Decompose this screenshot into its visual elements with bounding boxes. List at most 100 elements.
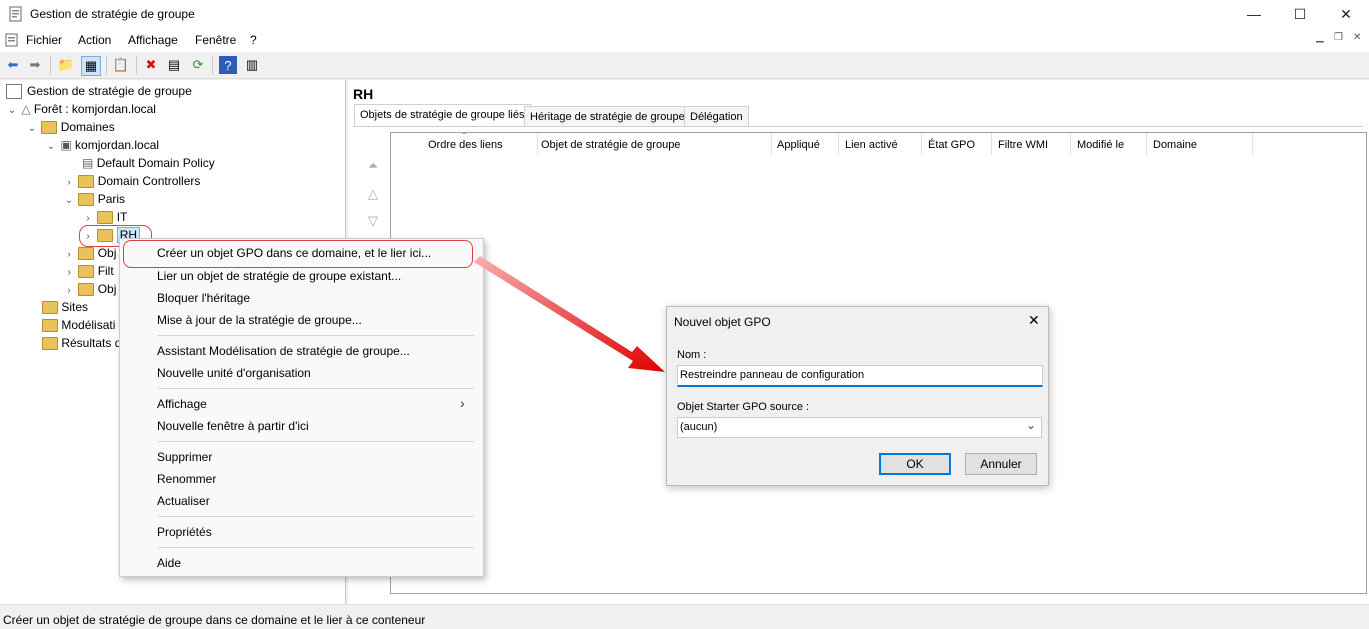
name-input-value: Restreindre panneau de configuration [680, 369, 865, 381]
up-folder-icon[interactable]: 📁 [57, 56, 75, 74]
column-separator[interactable] [921, 133, 922, 155]
move-down-icon[interactable]: ▽ [368, 213, 378, 229]
menu-affichage[interactable]: Affichage [128, 33, 178, 47]
tree-paris-label: Paris [97, 192, 126, 206]
column-separator[interactable] [1070, 133, 1071, 155]
tree-sites[interactable]: Sites [42, 298, 88, 316]
tree-forest[interactable]: ⌄ △ Forêt : komjordan.local [6, 100, 156, 118]
col-header-wmi-filter[interactable]: Filtre WMI [998, 139, 1048, 151]
ou-folder-icon [97, 211, 114, 225]
tree-results[interactable]: Résultats d [42, 334, 121, 352]
menu-fichier[interactable]: Fichier [26, 33, 62, 47]
menu-separator [158, 516, 474, 517]
maximize-button[interactable]: ☐ [1277, 0, 1323, 28]
col-header-link-enabled[interactable]: Lien activé [845, 139, 898, 151]
chevron-down-icon[interactable]: ⌄ [45, 138, 57, 156]
forward-arrow-icon[interactable]: ➡ [26, 56, 44, 74]
tree-wmi-filters[interactable]: › Filt [63, 262, 114, 280]
col-header-modified[interactable]: Modifié le [1077, 139, 1124, 151]
ok-button[interactable]: OK [879, 453, 951, 475]
gpmc-app-icon [9, 6, 22, 22]
menu-item-new-window[interactable]: Nouvelle fenêtre à partir d'ici [157, 419, 309, 433]
tab-delegation[interactable]: Délégation [684, 106, 749, 127]
tree-paris[interactable]: ⌄ Paris [63, 190, 125, 208]
col-header-enforced[interactable]: Appliqué [777, 139, 820, 151]
chevron-down-icon[interactable]: ⌄ [63, 192, 75, 210]
chevron-down-icon[interactable]: ⌄ [26, 120, 38, 138]
tree-modeling[interactable]: Modélisati [42, 316, 115, 334]
close-button[interactable]: ✕ [1323, 0, 1369, 28]
menu-item-delete[interactable]: Supprimer [157, 450, 212, 464]
mdi-restore-icon[interactable]: ❐ [1334, 32, 1343, 43]
starter-select[interactable]: (aucun) ⌄ [677, 417, 1042, 438]
system-menu-icon[interactable] [4, 32, 20, 48]
tree-default-domain-policy[interactable]: ▤ Default Domain Policy [82, 154, 215, 172]
cancel-button[interactable]: Annuler [965, 453, 1037, 475]
tree-domain-controllers[interactable]: › Domain Controllers [63, 172, 200, 190]
tab-inheritance[interactable]: Héritage de stratégie de groupe [524, 106, 691, 127]
refresh-icon[interactable]: ⟳ [189, 56, 207, 74]
menu-fenetre[interactable]: Fenêtre [195, 33, 236, 47]
dialog-title: Nouvel objet GPO [674, 315, 771, 329]
starter-label: Objet Starter GPO source : [677, 401, 810, 413]
tree-obj1-label: Obj [97, 246, 117, 260]
menu-item-gp-update[interactable]: Mise à jour de la stratégie de groupe... [157, 313, 362, 327]
col-header-gpo-status[interactable]: État GPO [928, 139, 975, 151]
menu-item-new-ou[interactable]: Nouvelle unité d'organisation [157, 366, 311, 380]
menu-separator [158, 335, 474, 336]
move-top-icon[interactable]: ⏶ [368, 158, 378, 174]
menu-item-link-existing-gpo[interactable]: Lier un objet de stratégie de groupe exi… [157, 269, 401, 283]
menu-item-rename[interactable]: Renommer [157, 472, 216, 486]
minimize-button[interactable]: — [1231, 0, 1277, 28]
back-arrow-icon[interactable]: ⬅ [4, 56, 22, 74]
tree-domains[interactable]: ⌄ Domaines [26, 118, 115, 136]
tree-forest-label: Forêt : komjordan.local [33, 102, 156, 116]
tree-root[interactable]: Gestion de stratégie de groupe [6, 82, 192, 100]
tree-it-label: IT [116, 210, 128, 224]
domain-icon: ▣ [60, 138, 72, 152]
tree-sites-label: Sites [61, 300, 89, 314]
menu-item-modeling-wizard[interactable]: Assistant Modélisation de stratégie de g… [157, 344, 410, 358]
move-up-icon[interactable]: △ [368, 186, 378, 202]
copy-icon[interactable]: 📋 [112, 56, 130, 74]
menu-item-help[interactable]: Aide [157, 556, 181, 570]
tree-starter-gpo[interactable]: › Obj [63, 280, 116, 298]
column-separator[interactable] [1252, 133, 1253, 155]
column-separator[interactable] [991, 133, 992, 155]
menu-bar: Fichier Action Affichage Fenêtre ? ▁ ❐ ✕ [0, 28, 1369, 52]
console-view-icon[interactable]: ▥ [243, 56, 261, 74]
menu-item-view[interactable]: Affichage [157, 397, 207, 411]
properties-icon[interactable]: ▤ [165, 56, 183, 74]
chevron-down-icon[interactable]: ⌄ [6, 102, 18, 120]
menu-item-refresh[interactable]: Actualiser [157, 494, 210, 508]
menu-action[interactable]: Action [78, 33, 111, 47]
col-header-gpo[interactable]: Objet de stratégie de groupe [541, 139, 680, 151]
tab-linked-gpos[interactable]: Objets de stratégie de groupe liés [354, 104, 531, 127]
gpo-folder-icon [78, 247, 95, 261]
column-separator[interactable] [838, 133, 839, 155]
mdi-minimize-icon[interactable]: ▁ [1316, 32, 1324, 43]
column-separator[interactable] [771, 133, 772, 155]
results-icon [42, 337, 58, 351]
col-header-domain[interactable]: Domaine [1153, 139, 1197, 151]
name-input[interactable]: Restreindre panneau de configuration [677, 365, 1043, 387]
show-hide-tree-icon[interactable]: ▦ [81, 56, 101, 76]
col-header-order[interactable]: Ordre des liens [428, 139, 503, 151]
sites-icon [42, 301, 58, 315]
menu-help[interactable]: ? [250, 33, 257, 47]
tree-it[interactable]: › IT [82, 208, 127, 226]
status-text: Créer un objet de stratégie de groupe da… [3, 613, 426, 627]
help-icon[interactable]: ? [219, 56, 237, 74]
tree-domain-label: komjordan.local [75, 138, 160, 152]
menu-item-properties[interactable]: Propriétés [157, 525, 212, 539]
tree-domain[interactable]: ⌄ ▣ komjordan.local [45, 136, 159, 154]
tree-gpo-objects[interactable]: › Obj [63, 244, 116, 262]
dialog-close-icon[interactable]: ✕ [1028, 312, 1040, 329]
menu-item-block-inheritance[interactable]: Bloquer l'héritage [157, 291, 250, 305]
column-separator[interactable] [537, 133, 538, 155]
wmi-folder-icon [78, 265, 95, 279]
delete-icon[interactable]: ✖ [142, 56, 160, 74]
column-separator[interactable] [1146, 133, 1147, 155]
tree-root-label: Gestion de stratégie de groupe [27, 84, 192, 98]
mdi-close-icon[interactable]: ✕ [1353, 32, 1361, 43]
